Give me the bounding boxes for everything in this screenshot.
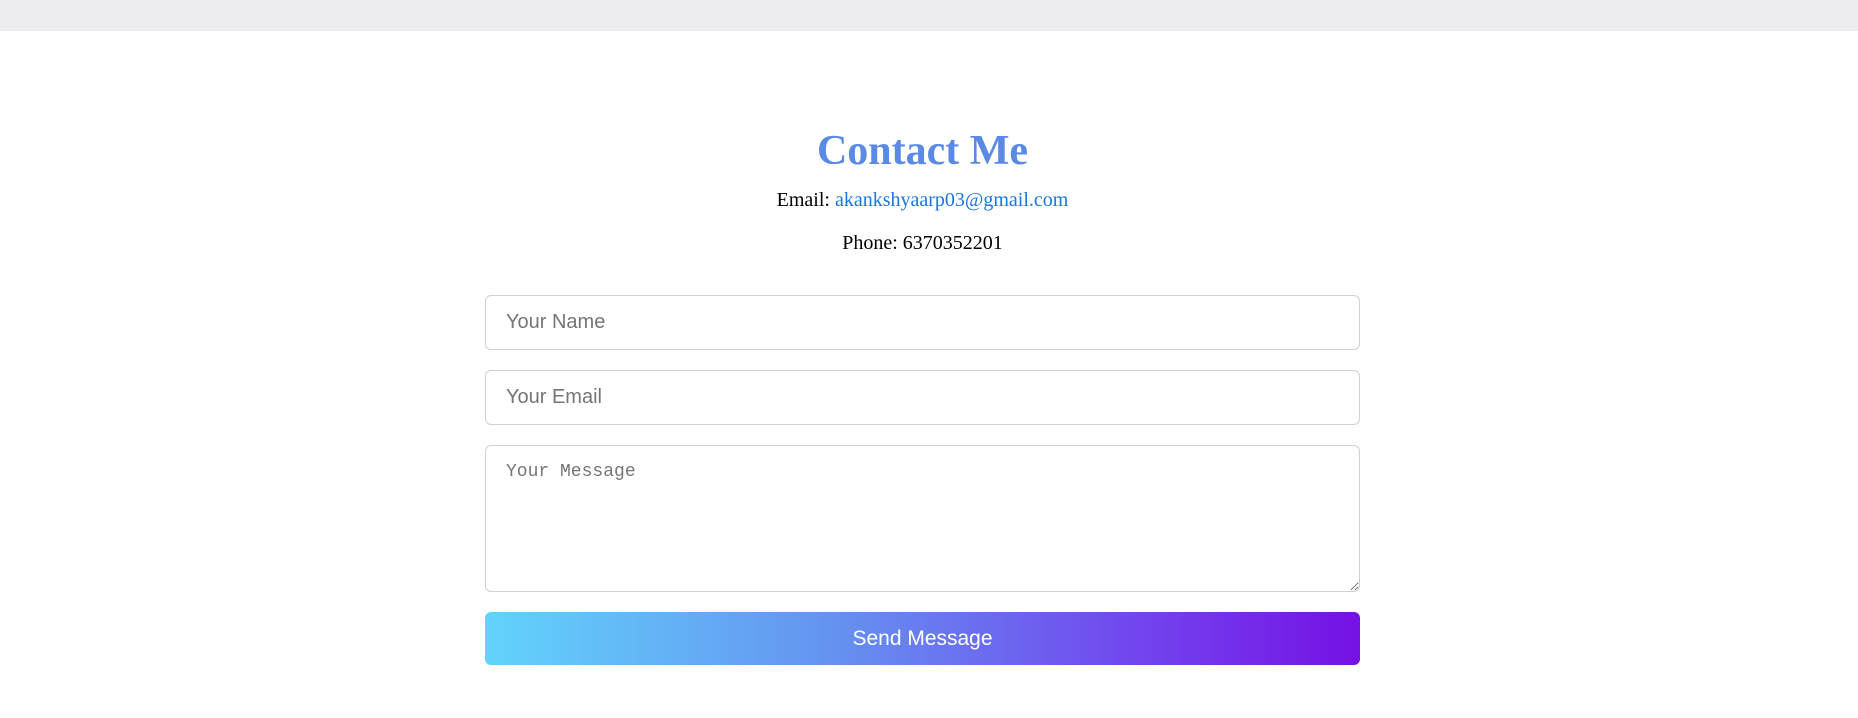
contact-form: Send Message (485, 295, 1360, 665)
phone-label: Phone: (842, 232, 898, 254)
page-title: Contact Me (816, 128, 1029, 174)
contact-section: Contact Me Email: akankshyaarp03@gmail.c… (0, 31, 1858, 718)
send-message-button[interactable]: Send Message (485, 612, 1360, 665)
phone-value: 6370352201 (902, 232, 1003, 254)
contact-container: Contact Me Email: akankshyaarp03@gmail.c… (485, 126, 1360, 665)
email-link[interactable]: akankshyaarp03@gmail.com (835, 189, 1068, 211)
message-textarea[interactable] (485, 445, 1360, 592)
top-strip (0, 0, 1858, 31)
name-input[interactable] (485, 295, 1360, 350)
email-info: Email: akankshyaarp03@gmail.com (485, 188, 1360, 212)
email-input[interactable] (485, 370, 1360, 425)
email-label: Email: (776, 189, 830, 211)
phone-info: Phone: 6370352201 (485, 231, 1360, 255)
